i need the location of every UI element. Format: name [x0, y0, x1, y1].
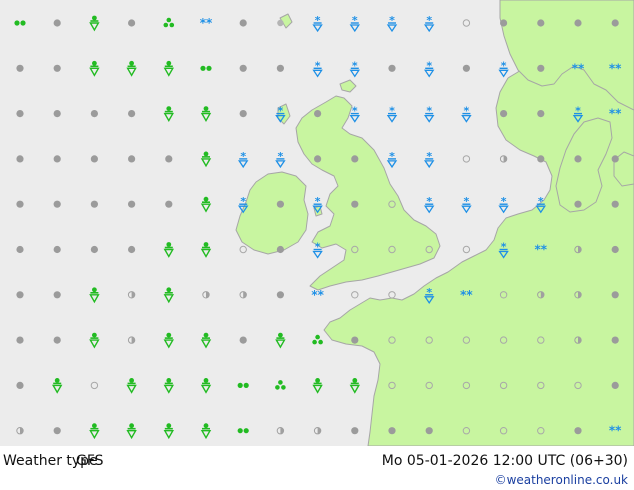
svg-text:**: ** — [572, 61, 585, 75]
weather-map: ** * * * * * * * * ** ** * * * * * * ** * * * * * * * * * * * * ** ** * *… — [0, 0, 634, 446]
cloud-symbol — [537, 110, 545, 118]
cloud-symbol — [128, 110, 136, 118]
svg-text:**: ** — [609, 61, 622, 75]
snow-2-symbol: ** — [609, 424, 622, 438]
cloud-symbol — [16, 381, 24, 389]
cloud-symbol — [16, 245, 24, 254]
cloud-symbol — [611, 155, 619, 163]
cloud-symbol — [351, 427, 359, 435]
cloud-symbol — [239, 336, 247, 344]
svg-text:**: ** — [535, 243, 548, 257]
cloud-symbol — [239, 110, 247, 118]
map-canvas: ** * * * ** * * * ** *** * * * * * *** * * ** * * * * ** * **** * *… — [0, 0, 634, 446]
valid-time: Mo 05-01-2026 12:00 UTC (06+30) — [381, 453, 628, 469]
cloud-symbol — [128, 200, 136, 208]
cloud-symbol — [53, 19, 61, 27]
cloud-symbol — [53, 155, 61, 163]
cloud-symbol — [16, 64, 24, 72]
cloud-symbol — [611, 381, 619, 389]
cloud-symbol — [53, 200, 61, 208]
snow-2-symbol: ** — [609, 107, 622, 121]
cloud-symbol — [53, 110, 61, 118]
cloud-symbol — [16, 110, 24, 118]
cloud-symbol — [574, 19, 582, 27]
cloud-symbol — [388, 427, 396, 435]
map-footer: Weather type GFS Mo 05-01-2026 12:00 UTC… — [0, 446, 634, 490]
svg-text:**: ** — [200, 16, 213, 30]
snow-2-symbol: ** — [609, 61, 622, 75]
cloud-symbol — [574, 427, 582, 435]
cloud-symbol — [90, 110, 98, 118]
svg-text:**: ** — [460, 288, 473, 302]
cloud-symbol — [611, 336, 619, 344]
cloud-symbol — [462, 64, 470, 72]
cloud-symbol — [16, 200, 24, 208]
cloud-symbol — [611, 200, 619, 208]
cloud-symbol — [611, 291, 619, 299]
cloud-symbol — [16, 336, 24, 344]
cloud-symbol — [500, 110, 508, 118]
cloud-symbol — [276, 245, 284, 254]
cloud-symbol — [53, 336, 61, 344]
svg-text:**: ** — [609, 424, 622, 438]
cloud-symbol — [611, 19, 619, 27]
cloud-symbol — [537, 155, 545, 163]
cloud-symbol — [53, 245, 61, 254]
cloud-symbol — [90, 200, 98, 208]
cloud-symbol — [16, 291, 24, 299]
copyright-credit[interactable]: ©weatheronline.co.uk — [495, 473, 628, 487]
cloud-symbol — [351, 200, 359, 208]
cloud-symbol — [574, 200, 582, 208]
cloud-symbol — [351, 336, 359, 344]
cloud-symbol — [53, 427, 61, 435]
cloud-symbol — [128, 19, 136, 27]
cloud-symbol — [276, 291, 284, 299]
cloud-symbol — [53, 64, 61, 72]
model-name: GFS — [76, 453, 104, 469]
cloud-symbol — [90, 155, 98, 163]
cloud-symbol — [351, 155, 359, 163]
cloud-symbol — [239, 19, 247, 27]
cloud-symbol — [165, 200, 173, 208]
snow-2-symbol: ** — [200, 16, 213, 30]
cloud-symbol — [574, 155, 582, 163]
cloud-symbol — [276, 200, 284, 208]
snow-2-symbol: ** — [535, 243, 548, 257]
cloud-symbol — [128, 245, 136, 254]
cloud-symbol — [90, 245, 98, 254]
cloud-symbol — [128, 155, 136, 163]
cloud-symbol — [500, 19, 508, 27]
coast-symbol — [277, 19, 284, 27]
svg-text:**: ** — [609, 107, 622, 121]
cloud-symbol — [425, 427, 433, 435]
cloud-symbol — [537, 19, 545, 27]
cloud-symbol — [53, 291, 61, 299]
snow-2-symbol: ** — [460, 288, 473, 302]
cloud-symbol — [388, 64, 396, 72]
cloud-symbol — [239, 64, 247, 72]
cloud-symbol — [611, 245, 619, 254]
cloud-symbol — [16, 155, 24, 163]
cloud-symbol — [537, 64, 545, 72]
cloud-symbol — [314, 110, 322, 118]
svg-text:**: ** — [311, 288, 324, 302]
cloud-symbol — [165, 155, 173, 163]
cloud-symbol — [314, 155, 322, 163]
snow-2-symbol: ** — [311, 288, 324, 302]
cloud-symbol — [276, 64, 284, 72]
snow-2-symbol: ** — [572, 61, 585, 75]
